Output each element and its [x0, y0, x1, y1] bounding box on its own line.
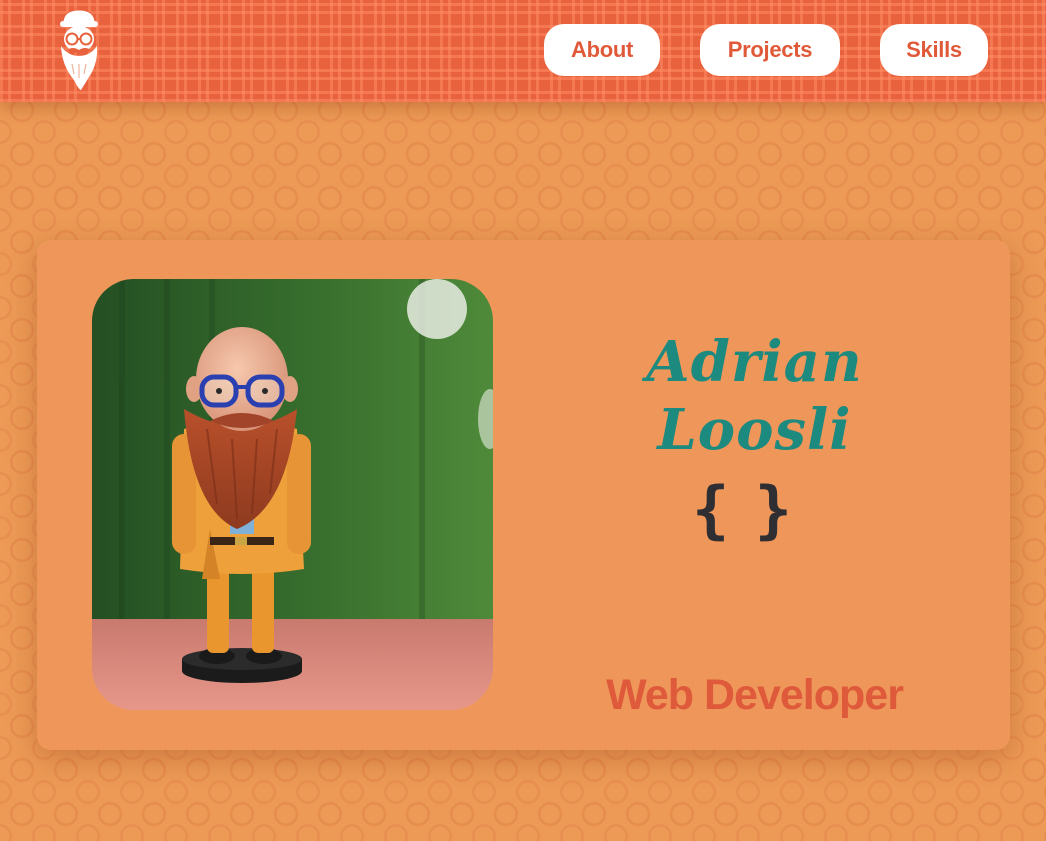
- nav-about-button[interactable]: About: [544, 24, 660, 76]
- first-name: Adrian: [646, 328, 863, 395]
- nav-skills-button[interactable]: Skills: [880, 24, 988, 76]
- nav-projects-button[interactable]: Projects: [700, 24, 840, 76]
- last-name: Loosli: [657, 396, 852, 463]
- profile-name: Adrian Loosli: [597, 328, 912, 464]
- site-header: About Projects Skills: [0, 0, 1046, 102]
- profile-photo: [92, 279, 493, 710]
- bearded-man-logo-icon: [60, 9, 98, 90]
- profile-card: Adrian Loosli { } Web Developer: [37, 240, 1010, 750]
- figurine-image: [92, 279, 493, 710]
- code-braces-icon: { }: [692, 473, 792, 546]
- profile-role: Web Developer: [606, 670, 904, 719]
- home-logo-link[interactable]: [52, 6, 106, 94]
